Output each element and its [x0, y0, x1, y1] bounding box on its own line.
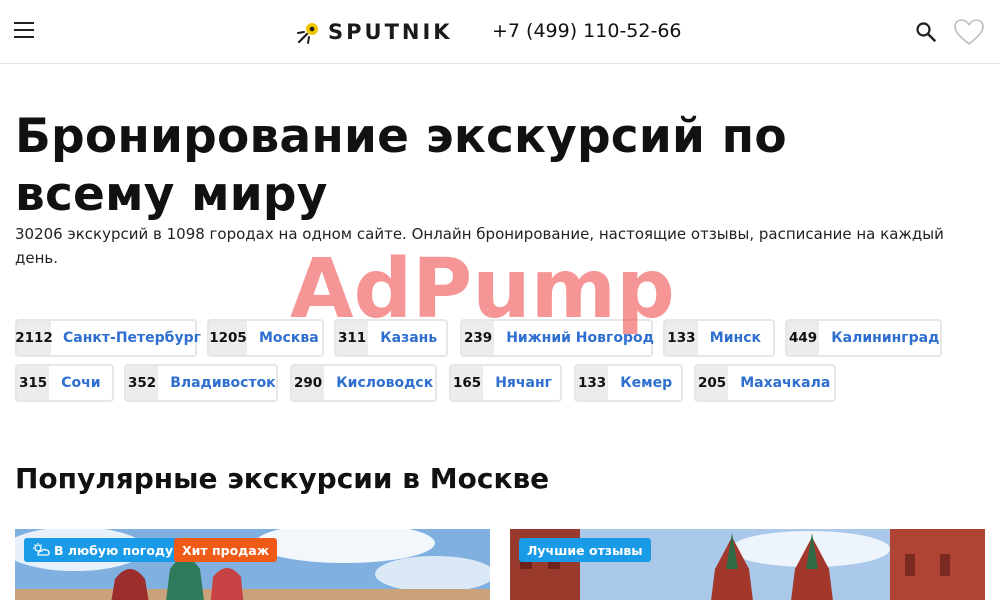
city-count: 352 [126, 366, 159, 400]
city-name: Нижний Новгород [506, 330, 654, 346]
city-count: 165 [451, 366, 484, 400]
badge-any-weather: В любую погоду [24, 538, 182, 562]
city-name: Санкт-Петербург [63, 330, 201, 346]
city-chip-vladivostok[interactable]: 352 Владивосток [124, 364, 278, 402]
search-icon[interactable] [914, 20, 938, 44]
tour-card[interactable]: Лучшие отзывы [510, 529, 985, 600]
city-name: Владивосток [170, 375, 276, 391]
burger-menu-icon[interactable] [14, 22, 34, 40]
city-chip-minsk[interactable]: 133 Минск [663, 319, 775, 357]
city-count: 1205 [209, 321, 247, 355]
city-name: Казань [380, 330, 438, 346]
city-chip-makhachkala[interactable]: 205 Махачкала [694, 364, 836, 402]
phone-number[interactable]: +7 (499) 110-52-66 [492, 20, 682, 42]
badge-label: Лучшие отзывы [527, 542, 643, 558]
rocket-logo-icon [297, 23, 318, 44]
city-chip-spb[interactable]: 2112 Санкт-Петербург [15, 319, 201, 357]
section-title-popular: Популярные экскурсии в Москве [15, 462, 550, 495]
weather-icon [33, 543, 50, 556]
city-chip-sochi[interactable]: 315 Сочи [15, 364, 114, 402]
city-name: Москва [259, 330, 319, 346]
city-chip-nha-trang[interactable]: 165 Нячанг [449, 364, 562, 402]
badge-label: В любую погоду [54, 542, 174, 558]
city-count: 239 [462, 321, 495, 355]
logo[interactable]: SPUTNIK [296, 17, 453, 47]
city-count: 205 [696, 366, 729, 400]
page-subtitle: 30206 экскурсий в 1098 городах на одном … [15, 225, 944, 267]
city-name: Нячанг [495, 375, 552, 391]
heart-icon[interactable] [953, 18, 985, 46]
city-name: Сочи [61, 375, 101, 391]
city-name: Минск [709, 330, 761, 346]
city-chip-kislovodsk[interactable]: 290 Кисловодск [290, 364, 437, 402]
city-chip-kazan[interactable]: 311 Казань [334, 319, 448, 357]
logo-text: SPUTNIK [328, 20, 453, 44]
city-count: 449 [787, 321, 820, 355]
city-count: 311 [336, 321, 369, 355]
city-count: 315 [17, 366, 50, 400]
city-chip-kaliningrad[interactable]: 449 Калининград [785, 319, 942, 357]
city-chip-moscow[interactable]: 1205 Москва [207, 319, 324, 357]
city-count: 133 [576, 366, 609, 400]
page-title: Бронирование экскурсий по всему миру [15, 109, 787, 222]
city-chip-nizhny-novgorod[interactable]: 239 Нижний Новгород [460, 319, 654, 357]
badge-bestseller: Хит продаж [174, 538, 278, 562]
city-count: 290 [292, 366, 325, 400]
city-name: Кемер [620, 375, 673, 391]
tour-card[interactable]: В любую погоду Хит продаж [15, 529, 490, 600]
city-chip-kemer[interactable]: 133 Кемер [574, 364, 683, 402]
city-count: 133 [665, 321, 698, 355]
site-header: SPUTNIK +7 (499) 110-52-66 [0, 0, 1000, 64]
city-name: Махачкала [740, 375, 831, 391]
badge-best-reviews: Лучшие отзывы [519, 538, 651, 562]
city-name: Калининград [831, 330, 940, 346]
city-name: Кисловодск [336, 375, 434, 391]
badge-label: Хит продаж [182, 542, 270, 558]
city-count: 2112 [15, 321, 53, 355]
